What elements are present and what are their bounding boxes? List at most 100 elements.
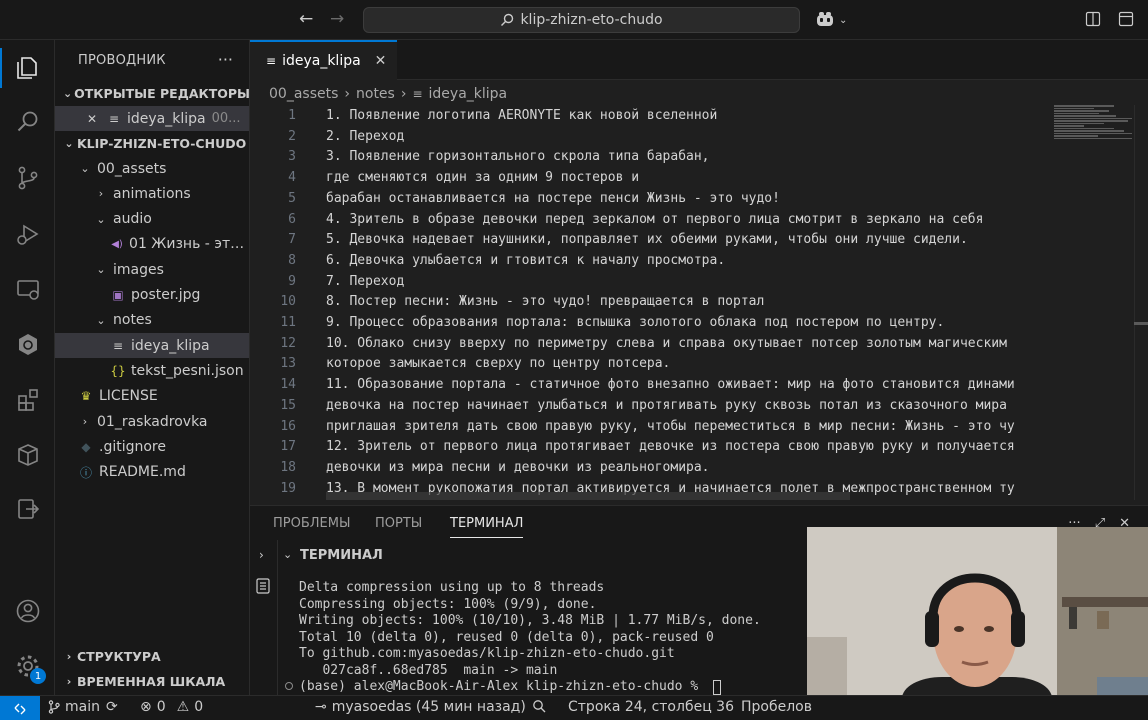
code-line[interactable]: 9. Процесс образования портала: вспышка …: [326, 313, 944, 334]
line-number: 19: [280, 480, 296, 496]
line-number: 16: [280, 418, 296, 434]
forward-arrow-icon[interactable]: →: [330, 9, 344, 29]
tree-folder[interactable]: ⌄ 00_assets: [55, 156, 249, 181]
timeline-header[interactable]: › ВРЕМЕННАЯ ШКАЛА: [55, 669, 249, 694]
horizontal-scrollbar[interactable]: [326, 492, 850, 500]
code-line[interactable]: 4. Зритель в образе девочки перед зеркал…: [326, 210, 983, 231]
breadcrumb-item[interactable]: 00_assets: [269, 86, 338, 102]
remote-explorer-icon[interactable]: [14, 276, 42, 304]
git-blame-indicator[interactable]: ⊸ myasoedas (45 мин назад): [315, 699, 526, 715]
tree-file[interactable]: {} tekst_pesni.json: [55, 358, 249, 383]
line-number: 9: [288, 273, 296, 289]
zoom-icon[interactable]: [532, 699, 546, 713]
source-control-icon[interactable]: [14, 164, 42, 192]
more-actions-icon[interactable]: ···: [218, 50, 233, 69]
code-line[interactable]: где сменяются один за одним 9 постеров и: [326, 168, 639, 189]
code-line[interactable]: которое замыкается сверху по центру потс…: [326, 354, 670, 375]
activity-bar: 1: [0, 40, 55, 695]
open-editor-item[interactable]: ✕ ≡ ideya_klipa 00...: [55, 106, 249, 131]
code-line[interactable]: барабан останавливается на постере пенси…: [326, 189, 780, 210]
code-line[interactable]: 1. Появление логотипа AERONYTE как новой…: [326, 106, 717, 127]
open-editors-header[interactable]: ⌄ ОТКРЫТЫЕ РЕДАКТОРЫ: [55, 81, 249, 106]
code-line[interactable]: 3. Появление горизонтального скрола типа…: [326, 147, 710, 168]
account-icon[interactable]: [14, 597, 42, 625]
error-icon: ⊗: [140, 699, 152, 715]
json-file-icon: {}: [110, 363, 126, 378]
tab-terminal[interactable]: ТЕРМИНАЛ: [450, 516, 524, 538]
tree-file[interactable]: ♛ LICENSE: [55, 384, 249, 409]
back-arrow-icon[interactable]: ←: [299, 9, 313, 29]
code-line[interactable]: приглашая зрителя дать свою правую руку,…: [326, 417, 1015, 438]
indentation-indicator[interactable]: Пробелов: [741, 699, 812, 715]
code-line[interactable]: 7. Переход: [326, 272, 404, 293]
line-number-gutter: 1 2 3 4 5 6 7 8 9 10 11 12 13 14 15 16 17 18 19: [250, 105, 302, 500]
copilot-icon: [817, 12, 833, 26]
tree-folder[interactable]: › 01_raskadrovka: [55, 409, 249, 434]
containers-icon[interactable]: [14, 441, 42, 469]
kubernetes-icon[interactable]: [14, 331, 42, 359]
line-number: 7: [288, 232, 296, 248]
code-line[interactable]: девочки из мира песни и девочки из реаль…: [326, 458, 710, 479]
terminal-line: (base) alex@MacBook-Air-Alex klip-zhizn-…: [299, 679, 706, 694]
outline-header[interactable]: › СТРУКТУРА: [55, 644, 249, 669]
code-line[interactable]: 10. Облако снизу вверху по периметру сле…: [326, 334, 1007, 355]
git-file-icon: ◆: [81, 439, 91, 454]
breadcrumb-item[interactable]: notes: [356, 86, 395, 102]
scrollbar-thumb[interactable]: [1134, 322, 1148, 325]
breadcrumb: 00_assets › notes › ≡ ideya_klipa: [269, 83, 507, 105]
tree-item-label: LICENSE: [99, 388, 158, 405]
toggle-sidebar-icon[interactable]: [1085, 11, 1101, 27]
explorer-icon[interactable]: [0, 48, 42, 88]
run-debug-icon[interactable]: [14, 220, 42, 248]
line-number: 10: [280, 294, 296, 310]
tree-file[interactable]: ≡ ideya_klipa: [55, 333, 249, 359]
remote-window-icon[interactable]: [14, 496, 42, 524]
customize-layout-icon[interactable]: [1118, 11, 1134, 27]
editor-text-area[interactable]: 1. Появление логотипа AERONYTE как новой…: [326, 105, 1054, 500]
tab-ideya-klipa[interactable]: ≡ ideya_klipa ✕: [250, 40, 397, 80]
search-icon[interactable]: [14, 108, 42, 136]
problems-indicator[interactable]: ⊗ 0 ⚠ 0: [140, 699, 203, 715]
tree-file[interactable]: ◀) 01 Жизнь - это ч...: [55, 232, 249, 257]
cursor-position[interactable]: Строка 24, столбец 36: [568, 699, 734, 715]
code-line[interactable]: 11. Образование портала - статичное фото…: [326, 375, 1015, 396]
tree-folder[interactable]: › animations: [55, 181, 249, 206]
chevron-right-icon[interactable]: ›: [259, 548, 264, 562]
settings-gear-icon[interactable]: 1: [14, 652, 46, 684]
breadcrumb-item[interactable]: ideya_klipa: [429, 86, 508, 102]
copilot-menu[interactable]: ⌄: [815, 11, 847, 29]
tab-problems[interactable]: ПРОБЛЕМЫ: [273, 516, 350, 531]
project-header[interactable]: ⌄ KLIP-ZHIZN-ETO-CHUDO: [55, 131, 249, 156]
tree-folder[interactable]: ⌄ audio: [55, 207, 249, 232]
code-line[interactable]: девочка на постер начинает улыбаться и п…: [326, 396, 1007, 417]
chevron-down-icon[interactable]: ⌄: [283, 548, 292, 561]
code-line[interactable]: 5. Девочка надевает наушники, поправляет…: [326, 230, 968, 251]
editor-tab-bar: ≡ ideya_klipa ✕: [250, 40, 1148, 80]
chevron-down-icon: ⌄: [96, 313, 106, 327]
code-editor[interactable]: 1 2 3 4 5 6 7 8 9 10 11 12 13 14 15 16 17 18 19 1. Появлен…: [250, 105, 1148, 500]
code-line[interactable]: 6. Девочка улыбается и гтовится к началу…: [326, 251, 725, 272]
tree-file[interactable]: ◆ .gitignore: [55, 434, 249, 459]
tree-folder[interactable]: ⌄ notes: [55, 308, 249, 333]
extensions-icon[interactable]: [14, 386, 42, 414]
close-tab-icon[interactable]: ✕: [375, 53, 387, 69]
remote-indicator[interactable]: [0, 696, 40, 720]
tree-file[interactable]: ⓘ README.md: [55, 460, 249, 485]
terminal-list-icon[interactable]: [256, 578, 270, 594]
minimap[interactable]: [1054, 105, 1134, 150]
code-line[interactable]: 12. Зритель от первого лица протягивает …: [326, 437, 1015, 458]
sync-icon[interactable]: ⟳: [106, 699, 118, 715]
chevron-right-icon: ›: [98, 187, 104, 201]
command-center-search[interactable]: klip-zhizn-eto-chudo: [363, 7, 800, 33]
search-text: klip-zhizn-eto-chudo: [520, 12, 663, 28]
branch-indicator[interactable]: main: [48, 699, 100, 715]
close-icon[interactable]: ✕: [83, 112, 101, 126]
tree-item-label: tekst_pesni.json: [131, 362, 244, 379]
tree-file[interactable]: ▣ poster.jpg: [55, 283, 249, 308]
tree-folder[interactable]: ⌄ images: [55, 257, 249, 282]
vertical-scrollbar[interactable]: [1134, 105, 1148, 500]
image-file-icon: ▣: [112, 288, 124, 302]
tab-ports[interactable]: ПОРТЫ: [375, 516, 422, 531]
code-line[interactable]: 8. Постер песни: Жизнь - это чудо! превр…: [326, 292, 764, 313]
code-line[interactable]: 2. Переход: [326, 127, 404, 148]
